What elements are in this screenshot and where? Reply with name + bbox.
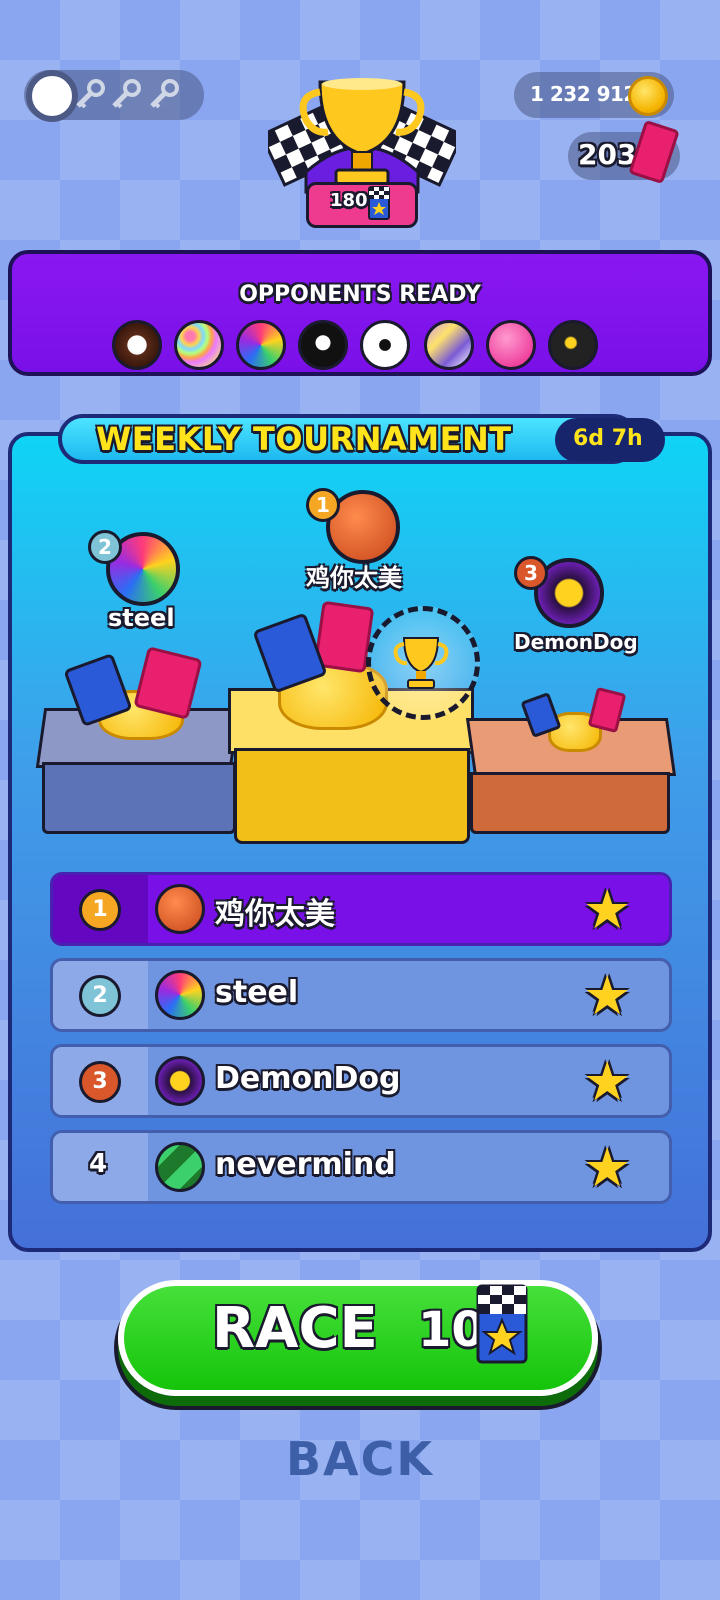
rank-circle: 2 — [79, 975, 121, 1017]
star-icon: ★ — [583, 964, 632, 1027]
leaderboard-row-2[interactable]: 2 steel ★ — [50, 958, 672, 1032]
podium-second-block — [42, 762, 236, 834]
coins-value: 1 232 912 — [530, 82, 637, 106]
rank-first-badge: 1 — [306, 488, 340, 522]
checkered-flag-icon — [368, 186, 390, 220]
sprinkles-ball-icon — [174, 320, 224, 370]
ticket-icon — [628, 119, 680, 185]
rainbow-ball-icon — [155, 970, 205, 1020]
marble-ball-icon — [424, 320, 474, 370]
player-name: nevermind — [215, 1147, 396, 1182]
opponents-panel — [8, 250, 712, 376]
rank-circle: 1 — [79, 889, 121, 931]
key-icon — [76, 79, 105, 109]
back-button[interactable]: BACK — [0, 1432, 720, 1486]
podium-third-block — [470, 772, 670, 834]
rank-circle: 3 — [79, 1061, 121, 1103]
star-icon: ★ — [583, 878, 632, 941]
soccer-ball-icon — [360, 320, 410, 370]
tournament-timer: 6d 7h — [573, 426, 643, 451]
cookie-ball-icon — [112, 320, 162, 370]
coin-icon — [628, 76, 668, 116]
rank-number: 4 — [89, 1149, 108, 1179]
race-cost-value: 10 — [418, 1302, 485, 1358]
player-name: steel — [215, 975, 299, 1010]
checkered-flag-icon — [476, 1284, 528, 1364]
player-name: DemonDog — [215, 1061, 401, 1096]
rainbow-ball-icon — [236, 320, 286, 370]
tickets-value: 203 — [578, 138, 637, 171]
trophy-icon — [393, 637, 449, 689]
basketball-icon — [155, 884, 205, 934]
key-toggle — [26, 70, 78, 122]
eight-ball-icon — [298, 320, 348, 370]
player-name: 鸡你太美 — [215, 897, 335, 932]
race-button-label: RACE — [212, 1296, 378, 1361]
leaderboard-row-1[interactable]: 1 鸡你太美 ★ — [50, 872, 672, 946]
leaderboard-row-4[interactable]: 4 nevermind ★ — [50, 1130, 672, 1204]
key-icon — [112, 79, 141, 109]
podium-first-block — [234, 748, 470, 844]
podium-second-name: steel — [108, 604, 175, 632]
rank-third-badge: 3 — [514, 556, 548, 590]
star-icon: ★ — [583, 1136, 632, 1199]
tire-ball-icon — [155, 1056, 205, 1106]
podium-first-name: 鸡你太美 — [306, 564, 402, 592]
tournament-title: WEEKLY TOURNAMENT — [96, 420, 512, 458]
key-icon — [150, 79, 179, 109]
opponents-title: OPPONENTS READY — [239, 282, 481, 307]
lollipop-ball-icon — [486, 320, 536, 370]
creeper-ball-icon — [155, 1142, 205, 1192]
podium-third-name: DemonDog — [514, 630, 638, 654]
star-icon: ★ — [583, 1050, 632, 1113]
rank-second-badge: 2 — [88, 530, 122, 564]
bomb-ball-icon — [548, 320, 598, 370]
leaderboard-row-3[interactable]: 3 DemonDog ★ — [50, 1044, 672, 1118]
trophy-level-value: 180 — [330, 190, 368, 211]
